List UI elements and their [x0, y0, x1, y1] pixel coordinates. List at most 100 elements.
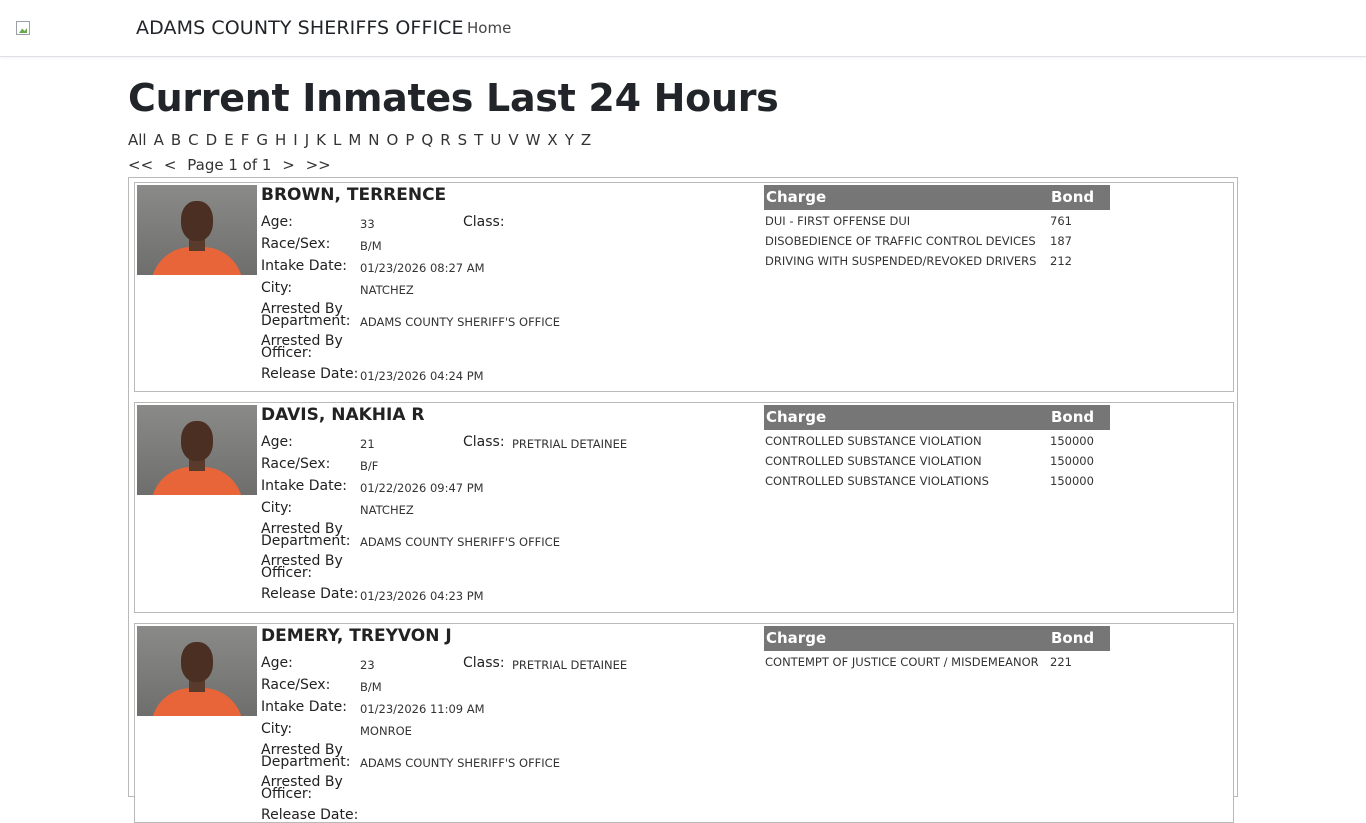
bond-amount: 150000: [1050, 474, 1094, 488]
broken-image-icon[interactable]: [16, 21, 32, 37]
class-label: Class:: [463, 655, 505, 671]
race-sex-value: B/M: [360, 239, 382, 253]
letter-filter-i[interactable]: I: [293, 131, 297, 149]
letter-filter-g[interactable]: G: [256, 131, 268, 149]
charge-header: Charge: [766, 629, 827, 647]
charge-row: DRIVING WITH SUSPENDED/REVOKED DRIVERS 2…: [764, 250, 1110, 270]
letter-filter-all[interactable]: All: [128, 131, 147, 149]
letter-filter-z[interactable]: Z: [581, 131, 591, 149]
letter-filter-f[interactable]: F: [241, 131, 250, 149]
letter-filter-o[interactable]: O: [387, 131, 399, 149]
site-brand[interactable]: ADAMS COUNTY SHERIFFS OFFICE: [136, 17, 464, 39]
bond-amount: 761: [1050, 214, 1072, 228]
intake-date-value: 01/22/2026 09:47 PM: [360, 481, 484, 495]
charge-text: DISOBEDIENCE OF TRAFFIC CONTROL DEVICES: [765, 234, 1036, 248]
arrested-by-officer-label-2: Officer:: [261, 786, 313, 802]
arrested-by-dept-label-2: Department:: [261, 313, 351, 329]
inmate-card: BROWN, TERRENCE Age: 33 Class: Race/Sex:…: [134, 182, 1234, 392]
letter-filter-l[interactable]: L: [333, 131, 341, 149]
charges-header-row: Charge Bond: [764, 405, 1110, 430]
letter-filter-c[interactable]: C: [188, 131, 198, 149]
pagination: << < Page 1 of 1 > >>: [128, 156, 337, 174]
next-page-link[interactable]: >: [282, 156, 295, 174]
release-date-value: 01/23/2026 04:24 PM: [360, 369, 484, 383]
letter-filter-v[interactable]: V: [508, 131, 518, 149]
arrested-by-dept-label-2: Department:: [261, 533, 351, 549]
charge-text: DRIVING WITH SUSPENDED/REVOKED DRIVERS: [765, 254, 1037, 268]
letter-filter-w[interactable]: W: [526, 131, 541, 149]
charge-row: DISOBEDIENCE OF TRAFFIC CONTROL DEVICES …: [764, 230, 1110, 250]
inmate-name: DAVIS, NAKHIA R: [261, 405, 425, 425]
letter-filter-k[interactable]: K: [316, 131, 326, 149]
arrested-by-officer-label-2: Officer:: [261, 345, 313, 361]
bond-amount: 187: [1050, 234, 1072, 248]
charge-row: CONTROLLED SUBSTANCE VIOLATIONS 150000: [764, 470, 1110, 490]
city-label: City:: [261, 280, 293, 296]
class-label: Class:: [463, 434, 505, 450]
charge-row: DUI - FIRST OFFENSE DUI 761: [764, 210, 1110, 230]
arrested-by-officer-label-1: Arrested By: [261, 774, 343, 790]
release-date-label: Release Date:: [261, 366, 359, 382]
alphabet-filter: All A B C D E F G H I J K L M N O P Q R S T U V W X Y Z: [128, 131, 598, 153]
nav-link-home[interactable]: Home: [467, 19, 511, 37]
race-sex-label: Race/Sex:: [261, 677, 331, 693]
letter-filter-q[interactable]: Q: [421, 131, 433, 149]
letter-filter-y[interactable]: Y: [565, 131, 574, 149]
bond-amount: 212: [1050, 254, 1072, 268]
charge-text: CONTROLLED SUBSTANCE VIOLATION: [765, 434, 982, 448]
letter-filter-n[interactable]: N: [368, 131, 379, 149]
charge-text: CONTROLLED SUBSTANCE VIOLATIONS: [765, 474, 989, 488]
first-page-link[interactable]: <<: [128, 156, 153, 174]
race-sex-value: B/F: [360, 459, 379, 473]
letter-filter-b[interactable]: B: [171, 131, 181, 149]
charge-row: CONTROLLED SUBSTANCE VIOLATION 150000: [764, 430, 1110, 450]
mugshot-photo: [137, 405, 257, 495]
inmate-name: BROWN, TERRENCE: [261, 185, 447, 205]
letter-filter-p[interactable]: P: [405, 131, 414, 149]
intake-date-label: Intake Date:: [261, 258, 347, 274]
letter-filter-j[interactable]: J: [305, 131, 309, 149]
class-value: PRETRIAL DETAINEE: [512, 658, 628, 672]
letter-filter-a[interactable]: A: [154, 131, 164, 149]
letter-filter-r[interactable]: R: [440, 131, 450, 149]
bond-amount: 150000: [1050, 454, 1094, 468]
letter-filter-h[interactable]: H: [275, 131, 286, 149]
letter-filter-u[interactable]: U: [490, 131, 501, 149]
city-value: NATCHEZ: [360, 283, 414, 297]
charge-row: CONTROLLED SUBSTANCE VIOLATION 150000: [764, 450, 1110, 470]
age-value: 21: [360, 437, 375, 451]
age-label: Age:: [261, 655, 293, 671]
race-sex-label: Race/Sex:: [261, 456, 331, 472]
mugshot-photo: [137, 185, 257, 275]
class-value: PRETRIAL DETAINEE: [512, 437, 628, 451]
city-label: City:: [261, 721, 293, 737]
charges-table: Charge Bond CONTEMPT OF JUSTICE COURT / …: [764, 626, 1110, 671]
bond-header: Bond: [1051, 188, 1095, 206]
letter-filter-d[interactable]: D: [206, 131, 218, 149]
arrested-by-officer-label-2: Officer:: [261, 565, 313, 581]
intake-date-label: Intake Date:: [261, 699, 347, 715]
letter-filter-e[interactable]: E: [224, 131, 233, 149]
charges-header-row: Charge Bond: [764, 185, 1110, 210]
charges-table: Charge Bond CONTROLLED SUBSTANCE VIOLATI…: [764, 405, 1110, 490]
intake-date-value: 01/23/2026 11:09 AM: [360, 702, 485, 716]
department-value: ADAMS COUNTY SHERIFF'S OFFICE: [360, 535, 560, 549]
letter-filter-s[interactable]: S: [458, 131, 468, 149]
charge-header: Charge: [766, 408, 827, 426]
mugshot-photo: [137, 626, 257, 716]
page-title: Current Inmates Last 24 Hours: [128, 76, 779, 120]
prev-page-link[interactable]: <: [164, 156, 177, 174]
intake-date-label: Intake Date:: [261, 478, 347, 494]
photo-head: [181, 201, 213, 241]
department-value: ADAMS COUNTY SHERIFF'S OFFICE: [360, 315, 560, 329]
letter-filter-t[interactable]: T: [474, 131, 483, 149]
age-label: Age:: [261, 214, 293, 230]
release-date-label: Release Date:: [261, 586, 359, 602]
inmate-name: DEMERY, TREYVON J: [261, 626, 452, 646]
release-date-label: Release Date:: [261, 807, 359, 823]
last-page-link[interactable]: >>: [306, 156, 331, 174]
bond-amount: 150000: [1050, 434, 1094, 448]
letter-filter-m[interactable]: M: [348, 131, 361, 149]
letter-filter-x[interactable]: X: [547, 131, 557, 149]
charge-text: CONTEMPT OF JUSTICE COURT / MISDEMEANOR: [765, 655, 1039, 669]
